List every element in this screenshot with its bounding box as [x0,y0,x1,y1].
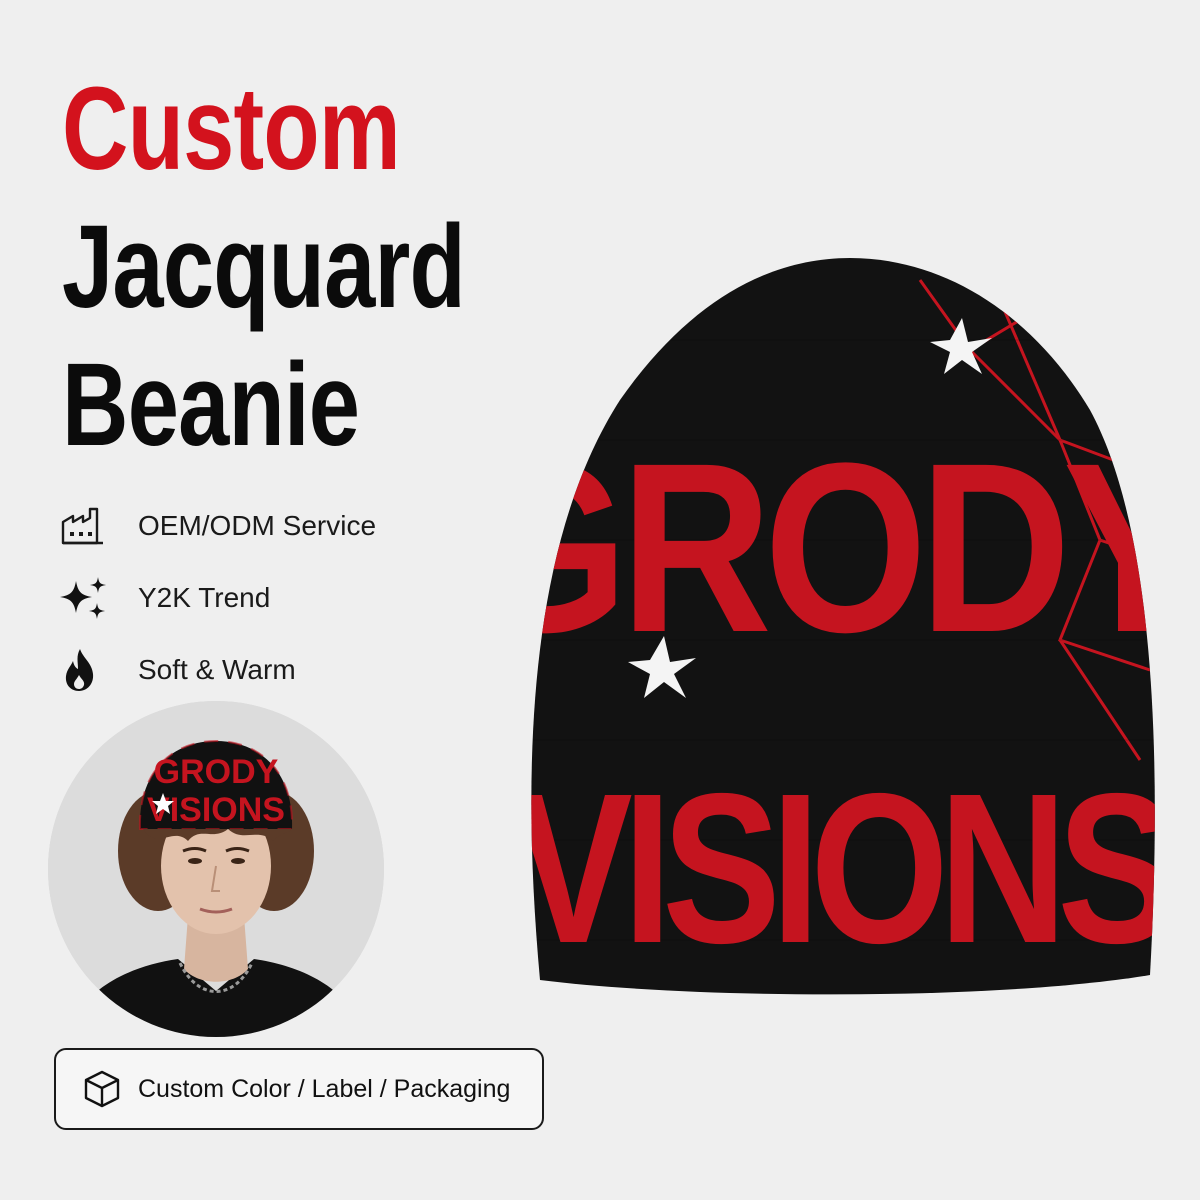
feature-item-oem: OEM/ODM Service [60,490,376,562]
flame-icon [60,648,120,692]
beanie-pattern-bottom: VISIONS [514,749,1170,988]
box-icon [82,1067,126,1111]
headline-line-3: Beanie [62,339,360,471]
sparkles-icon [60,576,120,620]
model-beanie-pattern-top: GRODY [154,753,279,791]
model-photo: GRODY VISIONS [48,701,384,1037]
feature-item-warm: Soft & Warm [60,634,376,706]
feature-label: OEM/ODM Service [138,510,377,541]
customization-label: Custom Color / Label / Packaging [138,1074,511,1103]
customization-badge: Custom Color / Label / Packaging [54,1048,544,1130]
beanie-product-image: GRODY VISIONS [500,240,1180,1020]
headline-line-1: Custom [62,63,401,195]
feature-list: OEM/ODM Service Y2K Trend Soft & Warm [60,490,376,706]
beanie-pattern-top: GRODY [500,412,1180,682]
factory-icon [60,504,120,548]
feature-item-y2k: Y2K Trend [60,562,376,634]
feature-label: Y2K Trend [138,582,271,613]
feature-label: Soft & Warm [138,654,296,685]
headline-line-2: Jacquard [62,201,466,333]
